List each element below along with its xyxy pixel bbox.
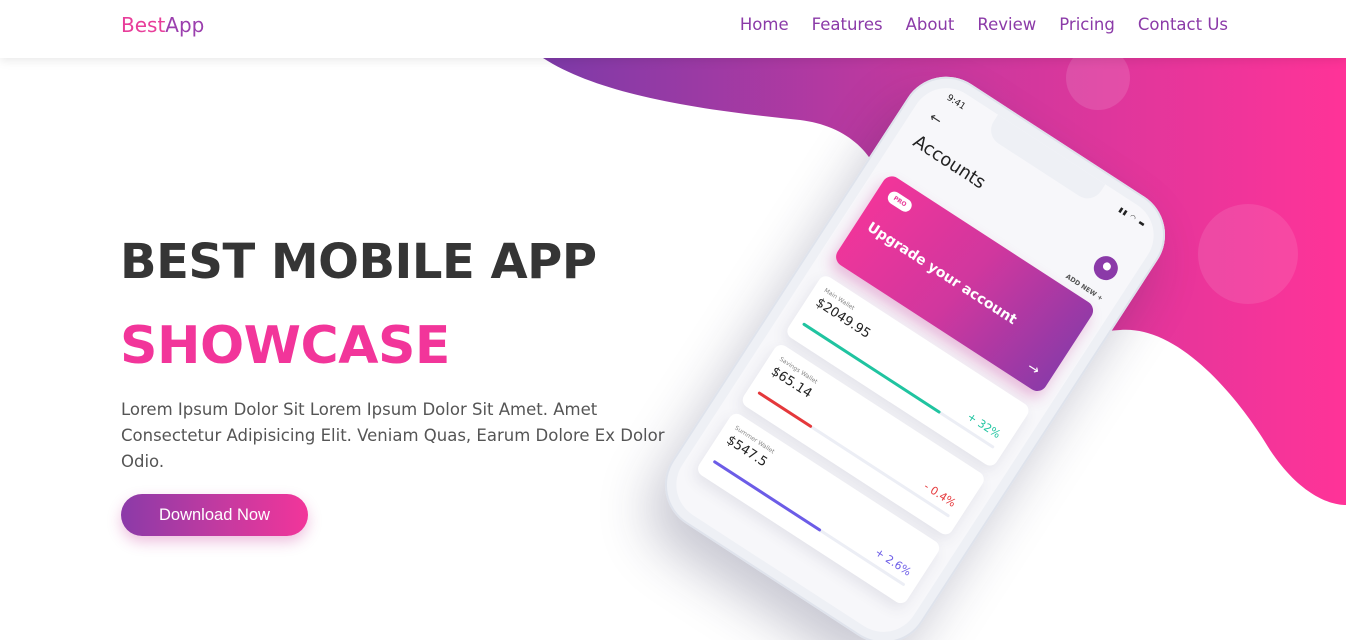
signal-wifi-battery-icon: ▮▮ ◠ ▬ xyxy=(1117,205,1148,230)
decor-circle xyxy=(1198,204,1298,304)
main-nav: Home Features About Review Pricing Conta… xyxy=(740,14,1228,36)
nav-features[interactable]: Features xyxy=(812,14,883,36)
nav-home[interactable]: Home xyxy=(740,14,789,36)
wallet-change: + 2.6% xyxy=(872,545,914,579)
hero-description: Lorem Ipsum Dolor Sit Lorem Ipsum Dolor … xyxy=(121,400,665,471)
pro-badge: PRO xyxy=(885,189,915,215)
arrow-right-icon: → xyxy=(1024,359,1043,379)
wallet-change: + 32% xyxy=(964,409,1003,442)
upgrade-text: Upgrade your account xyxy=(864,219,1020,329)
nav-contact-us[interactable]: Contact Us xyxy=(1138,14,1228,36)
logo-part-best: Best xyxy=(121,13,166,37)
logo-part-app: App xyxy=(165,13,205,37)
user-avatar-icon xyxy=(1089,251,1123,285)
hero-subtitle: SHOWCASE xyxy=(120,316,450,376)
brand-logo[interactable]: BestApp xyxy=(121,13,204,37)
nav-about[interactable]: About xyxy=(906,14,955,36)
wallet-progress-fill xyxy=(712,459,822,532)
status-time: 9:41 xyxy=(944,93,968,113)
arrow-left-icon: ← xyxy=(926,109,945,130)
nav-review[interactable]: Review xyxy=(977,14,1036,36)
nav-pricing[interactable]: Pricing xyxy=(1059,14,1115,36)
top-navbar: BestApp Home Features About Review Prici… xyxy=(0,0,1346,58)
hero-title: BEST MOBILE APP xyxy=(120,234,597,290)
accounts-title: Accounts xyxy=(909,131,990,194)
download-now-button[interactable]: Download Now xyxy=(121,494,308,536)
wallet-change: - 0.4% xyxy=(921,479,959,510)
